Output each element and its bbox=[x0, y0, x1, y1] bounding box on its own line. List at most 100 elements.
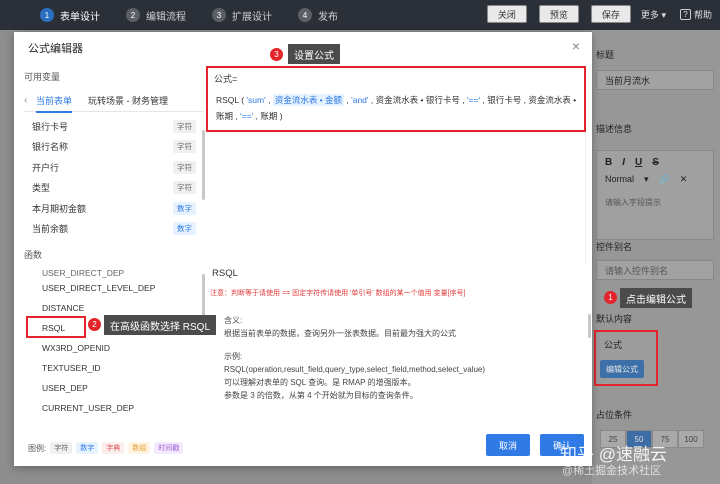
list-item[interactable]: WX3RD_OPENID bbox=[24, 338, 210, 358]
callout-set-formula: 设置公式 bbox=[288, 44, 340, 64]
legend-tag: 数字 bbox=[76, 442, 99, 454]
rsql-highlight bbox=[26, 316, 86, 338]
step-extend-design[interactable]: 3 扩展设计 bbox=[212, 8, 272, 23]
legend-tag: 字符 bbox=[50, 442, 73, 454]
more-label: 更多 bbox=[640, 9, 659, 20]
default-content-label: 默认内容 bbox=[596, 314, 633, 324]
formula-token: 资金流水表 • 银行卡号 bbox=[375, 95, 460, 105]
formula-token: 银行卡号 bbox=[487, 95, 522, 105]
list-item[interactable]: 开户行 字符 bbox=[24, 157, 210, 178]
variable-list: 银行卡号 字符 银行名称 字符 开户行 字符 类型 字符 本月期初金额 数字 当前余额 数字 bbox=[24, 116, 210, 240]
description-editor[interactable]: B I U S Normal ▾ 🔗 ✕ 请输入字段提示 bbox=[596, 150, 714, 240]
formula-editor-dialog: 公式编辑器 × 可用变量 ‹ 当前表单 玩转场景 - 财务管理 银行卡号 字符 银… bbox=[14, 32, 592, 466]
description-placeholder: 请输入字段提示 bbox=[605, 198, 661, 207]
list-item[interactable]: 银行卡号 字符 bbox=[24, 116, 210, 137]
alias-input[interactable]: 请输入控件别名 bbox=[596, 260, 714, 280]
top-toolbar: 1 表单设计 2 编辑流程 3 扩展设计 4 发布 关闭 预览 保存 更多 ▾ … bbox=[0, 0, 720, 30]
formula-token: 'and' bbox=[351, 95, 369, 105]
title-label: 标题 bbox=[596, 50, 615, 60]
step-number: 3 bbox=[212, 8, 226, 22]
function-name: RSQL bbox=[212, 268, 238, 279]
edit-formula-button[interactable]: 编辑公式 bbox=[600, 360, 644, 378]
formula-option[interactable]: 公式 bbox=[604, 338, 622, 351]
list-item[interactable]: CURRENT_USER_DEP bbox=[24, 398, 210, 418]
callout-edit-formula: 点击编辑公式 bbox=[620, 288, 692, 308]
list-item[interactable]: 银行名称 字符 bbox=[24, 137, 210, 158]
cancel-button[interactable]: 取消 bbox=[486, 434, 530, 456]
more-menu[interactable]: 更多 ▾ bbox=[641, 8, 666, 21]
list-item[interactable]: USER_DIRECT_DEP bbox=[24, 268, 210, 278]
variable-name: 当前余额 bbox=[32, 224, 69, 235]
step-badge-3: 3 bbox=[270, 48, 283, 61]
formula-input[interactable]: 公式= RSQL ( 'sum' , 资金流水表 • 金额 , 'and' , … bbox=[206, 66, 586, 132]
step-number: 4 bbox=[298, 8, 312, 22]
preview-button[interactable]: 预览 bbox=[538, 5, 579, 23]
close-button[interactable]: 关闭 bbox=[486, 5, 527, 23]
formula-token: '==' bbox=[240, 111, 254, 121]
type-tag: 字符 bbox=[173, 160, 196, 174]
width-label: 占位条件 bbox=[596, 410, 633, 420]
formula-punct: , bbox=[459, 95, 467, 105]
strike-icon[interactable]: S bbox=[652, 157, 659, 168]
step-badge-1: 1 bbox=[604, 291, 617, 304]
legend-tag: 数组 bbox=[128, 442, 151, 454]
step-label: 发布 bbox=[318, 11, 338, 23]
list-item[interactable]: 类型 字符 bbox=[24, 178, 210, 199]
help-example: RSQL(operation,result_field,query_type,s… bbox=[224, 365, 486, 374]
help-line: 可以理解对表单的 SQL 查询。是 RMAP 的增强版本。 bbox=[224, 378, 416, 387]
link-icon[interactable]: 🔗 bbox=[659, 174, 670, 185]
close-icon[interactable]: × bbox=[572, 38, 580, 54]
formula-token: '==' bbox=[466, 95, 481, 105]
help-scrollbar[interactable] bbox=[588, 314, 591, 338]
chevron-left-icon[interactable]: ‹ bbox=[24, 95, 36, 106]
italic-icon[interactable]: I bbox=[622, 157, 625, 168]
step-label: 扩展设计 bbox=[232, 11, 272, 23]
help-label: 帮助 bbox=[693, 9, 712, 20]
style-row: Normal ▾ 🔗 ✕ bbox=[597, 174, 713, 185]
legend-label: 图例: bbox=[28, 443, 47, 453]
toolbar-actions: 关闭 预览 保存 更多 ▾ ? 帮助 bbox=[475, 5, 712, 23]
step-publish[interactable]: 4 发布 bbox=[298, 8, 338, 23]
type-tag: 字符 bbox=[173, 119, 196, 133]
list-item[interactable]: USER_DEP bbox=[24, 378, 210, 398]
step-edit-flow[interactable]: 2 编辑流程 bbox=[126, 8, 186, 23]
variable-tabs: ‹ 当前表单 玩转场景 - 财务管理 bbox=[24, 90, 204, 113]
type-tag: 字符 bbox=[173, 181, 196, 195]
tab-finance-scene[interactable]: 玩转场景 - 财务管理 bbox=[88, 94, 168, 107]
step-badge-2: 2 bbox=[88, 318, 101, 331]
list-item[interactable]: 当前余额 数字 bbox=[24, 219, 210, 240]
chevron-down-icon: ▾ bbox=[644, 174, 649, 184]
legend-tag: 时间戳 bbox=[154, 442, 184, 454]
properties-panel: 标题 当前月流水 描述信息 B I U S Normal ▾ 🔗 ✕ 请输入字段… bbox=[592, 30, 720, 484]
formula-punct: , bbox=[368, 95, 376, 105]
formula-token: 账期 bbox=[260, 111, 278, 121]
dialog-footer: 图例: 字符 数字 字典 数组 时间戳 取消 确认 bbox=[14, 428, 592, 466]
watermark-sub: @稀土掘金技术社区 bbox=[562, 465, 662, 477]
step-form-design[interactable]: 1 表单设计 bbox=[40, 8, 100, 23]
width-option[interactable]: 100 bbox=[678, 430, 704, 448]
legend: 图例: 字符 数字 字典 数组 时间戳 bbox=[28, 442, 187, 454]
style-select[interactable]: Normal bbox=[605, 174, 634, 185]
save-button[interactable]: 保存 bbox=[590, 5, 631, 23]
dialog-title: 公式编辑器 bbox=[28, 43, 83, 55]
list-item[interactable]: 本月期初金额 数字 bbox=[24, 198, 210, 219]
step-label: 表单设计 bbox=[60, 11, 100, 23]
formula-editor-area[interactable] bbox=[206, 132, 586, 264]
type-tag: 数字 bbox=[173, 201, 196, 215]
title-input[interactable]: 当前月流水 bbox=[596, 70, 714, 90]
help-desc-title: 含义: bbox=[224, 316, 243, 325]
variable-name: 类型 bbox=[32, 183, 51, 194]
variable-name: 本月期初金额 bbox=[32, 203, 87, 214]
variables-scrollbar[interactable] bbox=[202, 130, 205, 200]
function-note: 注意：判断等于请使用 == 固定字符传请使用 '单引号' 数组的某一个值用 变量… bbox=[210, 290, 466, 297]
underline-icon[interactable]: U bbox=[635, 157, 642, 168]
help-button[interactable]: ? 帮助 bbox=[679, 8, 712, 21]
legend-tag: 字典 bbox=[102, 442, 125, 454]
list-item[interactable]: TEXTUSER_ID bbox=[24, 358, 210, 378]
help-line: 参数是 3 的倍数，从第 4 个开始就为目标的查询条件。 bbox=[224, 391, 418, 400]
clear-format-icon[interactable]: ✕ bbox=[680, 174, 688, 185]
list-item[interactable]: USER_DIRECT_LEVEL_DEP bbox=[24, 278, 210, 298]
help-example-title: 示例: bbox=[224, 352, 243, 361]
tab-current-form[interactable]: 当前表单 bbox=[36, 94, 73, 113]
bold-icon[interactable]: B bbox=[605, 157, 612, 168]
